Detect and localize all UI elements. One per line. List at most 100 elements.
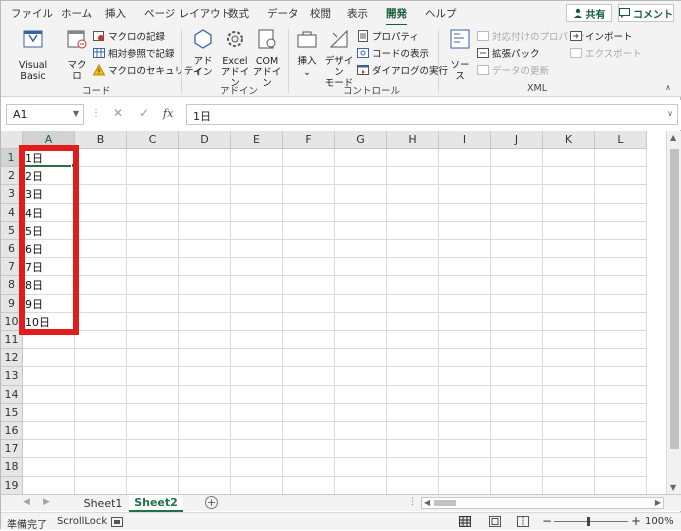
row-header[interactable]: 15 [1,404,23,422]
column-header[interactable]: K [543,131,595,149]
vertical-scroll-thumb[interactable] [670,149,679,449]
horizontal-scrollbar[interactable]: ◀ ▶ [421,497,664,509]
sheet-tab-sheet2[interactable]: Sheet2 [129,495,183,512]
zoom-slider-thumb[interactable] [587,517,590,526]
tab-developer[interactable]: 開発 [386,6,407,21]
column-header[interactable]: L [595,131,647,149]
gridline [490,149,491,494]
page-layout-view-icon[interactable] [489,516,501,527]
run-dialog-button[interactable]: ダイアログの実行 [357,63,448,77]
scroll-up-icon[interactable]: ▲ [670,133,676,142]
row-header[interactable]: 17 [1,440,23,458]
next-sheet-icon[interactable]: ▶ [43,497,50,507]
column-header[interactable]: B [75,131,127,149]
com-addins-icon [255,27,279,51]
properties-button[interactable]: プロパティ [357,29,419,43]
zoom-slider-track[interactable] [554,521,628,522]
horizontal-scroll-thumb[interactable] [434,500,456,506]
tab-split-grip-icon[interactable]: ⋮ [408,497,417,507]
tab-page-layout[interactable]: ページ レイアウト [144,6,231,21]
export-icon [570,47,582,59]
excel-addins-button[interactable]: Excel アドイン [219,27,251,89]
view-code-button[interactable]: コードの表示 [357,46,429,60]
tab-formulas[interactable]: 数式 [228,6,249,21]
gridline [23,312,647,313]
tab-view[interactable]: 表示 [347,6,368,21]
tab-help[interactable]: ヘルプ [425,6,457,21]
macro-recording-icon[interactable] [111,517,123,527]
gridline [23,421,647,422]
xml-source-button[interactable]: ソース [446,27,474,82]
expand-formula-bar-icon[interactable]: ∨ [667,109,673,118]
import-icon [570,30,582,42]
expansion-pack-icon [477,47,489,59]
row-header[interactable]: 18 [1,458,23,476]
addins-button[interactable]: アド イン [189,27,217,78]
column-header[interactable]: E [231,131,283,149]
tab-data[interactable]: データ [267,6,299,21]
row-header[interactable]: 19 [1,477,23,494]
zoom-level[interactable]: 100% [645,516,674,527]
share-label: 共有 [586,6,606,21]
relative-ref-button[interactable]: 相対参照で記録 [93,46,175,60]
gridline [230,149,231,494]
insert-control-button[interactable]: 挿入 ⌄ [293,27,321,78]
tab-file[interactable]: ファイル [11,6,53,21]
insert-function-icon[interactable]: fx [163,107,173,120]
tab-insert[interactable]: 挿入 [105,6,126,21]
view-code-icon [357,47,369,59]
name-box[interactable]: A1 ▼ [6,104,84,125]
gridline [23,203,647,204]
column-header[interactable]: H [387,131,439,149]
record-macro-button[interactable]: マクロの記録 [93,29,165,43]
import-label: インポート [585,29,633,43]
insert-control-caret: ⌄ [293,67,321,78]
expansion-pack-button[interactable]: 拡張パック [477,46,540,60]
column-header[interactable]: F [283,131,335,149]
comment-button[interactable]: コメント [618,4,674,22]
tab-review[interactable]: 校閲 [310,6,331,21]
status-bar: 準備完了 ScrollLock − + 100% [1,512,681,530]
page-break-view-icon[interactable] [517,516,529,527]
row-header[interactable]: 13 [1,367,23,385]
normal-view-icon[interactable] [459,516,471,527]
vertical-scrollbar[interactable]: ▲ ▼ [666,131,681,494]
add-sheet-icon[interactable]: + [205,496,218,509]
com-addins-button[interactable]: COM アドイン [251,27,283,89]
zoom-out-icon[interactable]: − [542,514,552,528]
macro-button[interactable]: マクロ [64,27,90,82]
sheet-tab-label: Sheet1 [84,497,123,510]
gridline [438,149,439,494]
share-button[interactable]: 共有 [566,4,612,22]
zoom-in-icon[interactable]: + [631,514,641,528]
gridline [23,221,647,222]
column-header[interactable]: D [179,131,231,149]
design-mode-button[interactable]: デザイン モード [323,27,355,89]
chevron-down-icon[interactable]: ▼ [73,109,79,118]
prev-sheet-icon[interactable]: ◀ [23,497,30,507]
enter-icon[interactable]: ✓ [139,106,149,120]
sheet-tab-sheet1[interactable]: Sheet1 [77,495,129,512]
column-header[interactable]: C [127,131,179,149]
scroll-down-icon[interactable]: ▼ [670,483,676,492]
macro-security-button[interactable]: マクロのセキュリティ [93,63,202,77]
visual-basic-button[interactable]: Visual Basic [7,27,59,82]
import-button[interactable]: インポート [570,29,633,43]
row-header[interactable]: 14 [1,386,23,404]
tab-home[interactable]: ホーム [61,6,92,21]
relative-ref-label: 相対参照で記録 [108,46,175,60]
addins-icon [191,27,215,51]
scroll-right-icon[interactable]: ▶ [655,498,661,507]
cancel-icon[interactable]: ✕ [113,106,123,120]
collapse-ribbon-icon[interactable]: ∧ [665,83,671,92]
scroll-left-icon[interactable]: ◀ [424,498,430,507]
column-header[interactable]: G [335,131,387,149]
row-header[interactable]: 16 [1,422,23,440]
group-separator [181,29,182,93]
column-header[interactable]: J [491,131,543,149]
visual-basic-label: Visual Basic [7,60,59,82]
formula-input[interactable]: 1日 ∨ [186,104,678,125]
column-header[interactable]: I [439,131,491,149]
visual-basic-icon [21,27,45,51]
row-header[interactable]: 12 [1,349,23,367]
